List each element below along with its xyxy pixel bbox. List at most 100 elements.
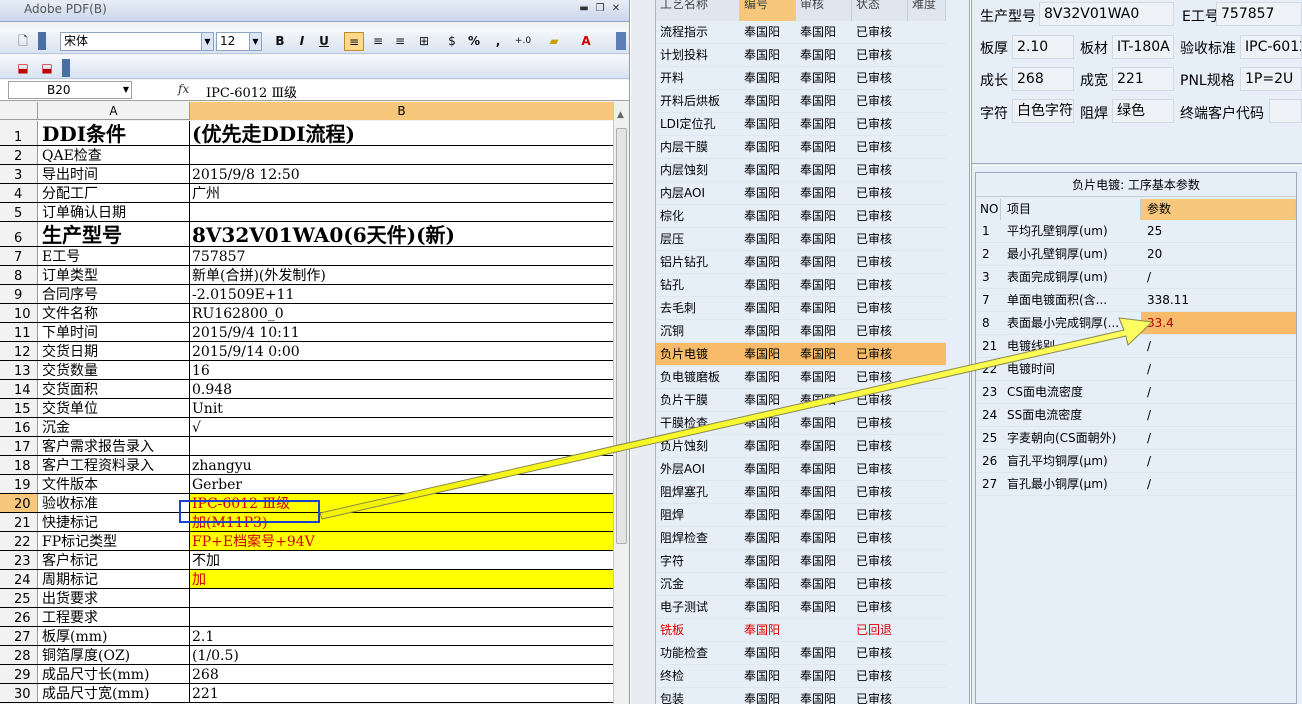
row-header[interactable]: 12 [0, 342, 38, 360]
cell-value[interactable]: 221 [190, 684, 613, 702]
toolbar-grip[interactable] [38, 32, 46, 50]
cell-label[interactable]: 交货面积 [38, 380, 190, 398]
header-process-name[interactable]: 工艺名称 [656, 0, 740, 21]
row-header[interactable]: 1 [0, 121, 38, 145]
row-header[interactable]: 27 [0, 627, 38, 645]
param-row[interactable]: 3 表面完成铜厚(um) / [976, 266, 1296, 289]
row-header[interactable]: 2 [0, 146, 38, 164]
function-icon[interactable]: fx [178, 82, 189, 96]
vertical-scrollbar[interactable]: ▲ [613, 102, 629, 704]
cell-label[interactable]: 合同序号 [38, 285, 190, 303]
cell-label[interactable]: 文件名称 [38, 304, 190, 322]
cell-value[interactable]: RU162800_0 [190, 304, 613, 322]
param-row[interactable]: 23 CS面电流密度 / [976, 381, 1296, 404]
process-row[interactable]: 沉金 奉国阳 奉国阳 已审核 [656, 573, 946, 596]
cell-value[interactable]: -2.01509E+11 [190, 285, 613, 303]
cell-label[interactable]: 客户工程资料录入 [38, 456, 190, 474]
process-row[interactable]: 铣板 奉国阳 已回退 [656, 619, 946, 642]
cell-label[interactable]: 订单确认日期 [38, 203, 190, 221]
header-status[interactable]: 状态 [852, 0, 908, 21]
param-row[interactable]: 7 单面电镀面积(含... 338.11 [976, 289, 1296, 312]
row-header[interactable]: 26 [0, 608, 38, 626]
cell-label[interactable]: 周期标记 [38, 570, 190, 588]
cell-label[interactable]: DDI条件 [38, 121, 190, 145]
row-header[interactable]: 3 [0, 165, 38, 183]
row-header[interactable]: 5 [0, 203, 38, 221]
pdf-mail-icon[interactable]: ⬓ [38, 59, 56, 77]
cell-value[interactable]: Gerber [190, 475, 613, 493]
cell-value[interactable]: (1/0.5) [190, 646, 613, 664]
toolbar-grip[interactable] [62, 59, 70, 77]
cell-label[interactable]: 板厚(mm) [38, 627, 190, 645]
process-row[interactable]: 终检 奉国阳 奉国阳 已审核 [656, 665, 946, 688]
cell-value[interactable]: 2015/9/14 0:00 [190, 342, 613, 360]
cell-value[interactable]: 0.948 [190, 380, 613, 398]
column-header-b[interactable]: B [190, 102, 613, 120]
param-row[interactable]: 8 表面最小完成铜厚(... 33.4 [976, 312, 1296, 335]
font-color-icon[interactable]: A [576, 32, 596, 51]
cell-label[interactable]: E工号 [38, 247, 190, 265]
row-header[interactable]: 13 [0, 361, 38, 379]
process-row[interactable]: 流程指示 奉国阳 奉国阳 已审核 [656, 21, 946, 44]
scroll-up-icon[interactable]: ▲ [617, 110, 624, 120]
name-box[interactable]: B20 ▼ [8, 81, 132, 99]
align-left-button[interactable]: ≡ [344, 32, 364, 51]
fill-color-icon[interactable]: ▰ [544, 32, 564, 51]
cell-value[interactable] [190, 146, 613, 164]
formula-input[interactable]: IPC-6012 Ⅲ级 [206, 82, 297, 101]
cell-value[interactable] [190, 437, 613, 455]
process-row[interactable]: 棕化 奉国阳 奉国阳 已审核 [656, 205, 946, 228]
process-row[interactable]: 层压 奉国阳 奉国阳 已审核 [656, 228, 946, 251]
row-header[interactable]: 22 [0, 532, 38, 550]
cell-label[interactable]: 交货单位 [38, 399, 190, 417]
row-header[interactable]: 4 [0, 184, 38, 202]
align-center-button[interactable]: ≡ [368, 32, 388, 51]
row-header[interactable]: 10 [0, 304, 38, 322]
merge-center-button[interactable]: ⊞ [414, 32, 434, 51]
row-header[interactable]: 16 [0, 418, 38, 436]
cell-value[interactable]: (优先走DDI流程) [190, 121, 613, 145]
row-header[interactable]: 18 [0, 456, 38, 474]
param-row[interactable]: 1 平均孔壁铜厚(um) 25 [976, 220, 1296, 243]
cell-label[interactable]: 铜箔厚度(OZ) [38, 646, 190, 664]
cell-value[interactable] [190, 589, 613, 607]
pnl-field[interactable]: 1P=2U [1240, 67, 1302, 91]
cell-label[interactable]: 成品尺寸长(mm) [38, 665, 190, 683]
mask-field[interactable]: 绿色 [1112, 99, 1174, 123]
cell-value[interactable] [190, 203, 613, 221]
header-review[interactable]: 审核 [796, 0, 852, 21]
process-row[interactable]: 字符 奉国阳 奉国阳 已审核 [656, 550, 946, 573]
width-field[interactable]: 221 [1112, 67, 1174, 91]
param-row[interactable]: 2 最小孔壁铜厚(um) 20 [976, 243, 1296, 266]
cell-label[interactable]: 导出时间 [38, 165, 190, 183]
percent-button[interactable]: % [464, 32, 484, 51]
process-row[interactable]: 内层干膜 奉国阳 奉国阳 已审核 [656, 136, 946, 159]
customer-code-field[interactable] [1269, 99, 1302, 123]
row-header[interactable]: 19 [0, 475, 38, 493]
cell-value[interactable]: 加 [190, 570, 613, 588]
process-row[interactable]: 开料 奉国阳 奉国阳 已审核 [656, 67, 946, 90]
comma-button[interactable]: , [488, 32, 508, 51]
cell-label[interactable]: 文件版本 [38, 475, 190, 493]
cell-value[interactable]: √ [190, 418, 613, 436]
currency-button[interactable]: $ [442, 32, 462, 51]
row-header[interactable]: 11 [0, 323, 38, 341]
cell-value[interactable]: 2015/9/4 10:11 [190, 323, 613, 341]
header-code[interactable]: 编号 [740, 0, 796, 21]
param-row[interactable]: 22 电镀时间 / [976, 358, 1296, 381]
decimal-button[interactable]: +.0 .00 [510, 32, 536, 65]
cell-value[interactable]: FP+E档案号+94V [190, 532, 613, 550]
cell-value[interactable] [190, 608, 613, 626]
bold-button[interactable]: B [270, 32, 290, 51]
material-field[interactable]: IT-180A [1112, 35, 1174, 59]
process-row[interactable]: 外层AOI 奉国阳 奉国阳 已审核 [656, 458, 946, 481]
font-name-select[interactable]: 宋体 ▼ [60, 32, 214, 51]
row-header[interactable]: 14 [0, 380, 38, 398]
row-header[interactable]: 25 [0, 589, 38, 607]
process-row[interactable]: 去毛刺 奉国阳 奉国阳 已审核 [656, 297, 946, 320]
toolbar-options-icon[interactable] [616, 32, 626, 50]
cell-value[interactable]: 16 [190, 361, 613, 379]
minimize-icon[interactable]: ▬ [578, 3, 590, 15]
row-header[interactable]: 7 [0, 247, 38, 265]
cell-label[interactable]: 分配工厂 [38, 184, 190, 202]
